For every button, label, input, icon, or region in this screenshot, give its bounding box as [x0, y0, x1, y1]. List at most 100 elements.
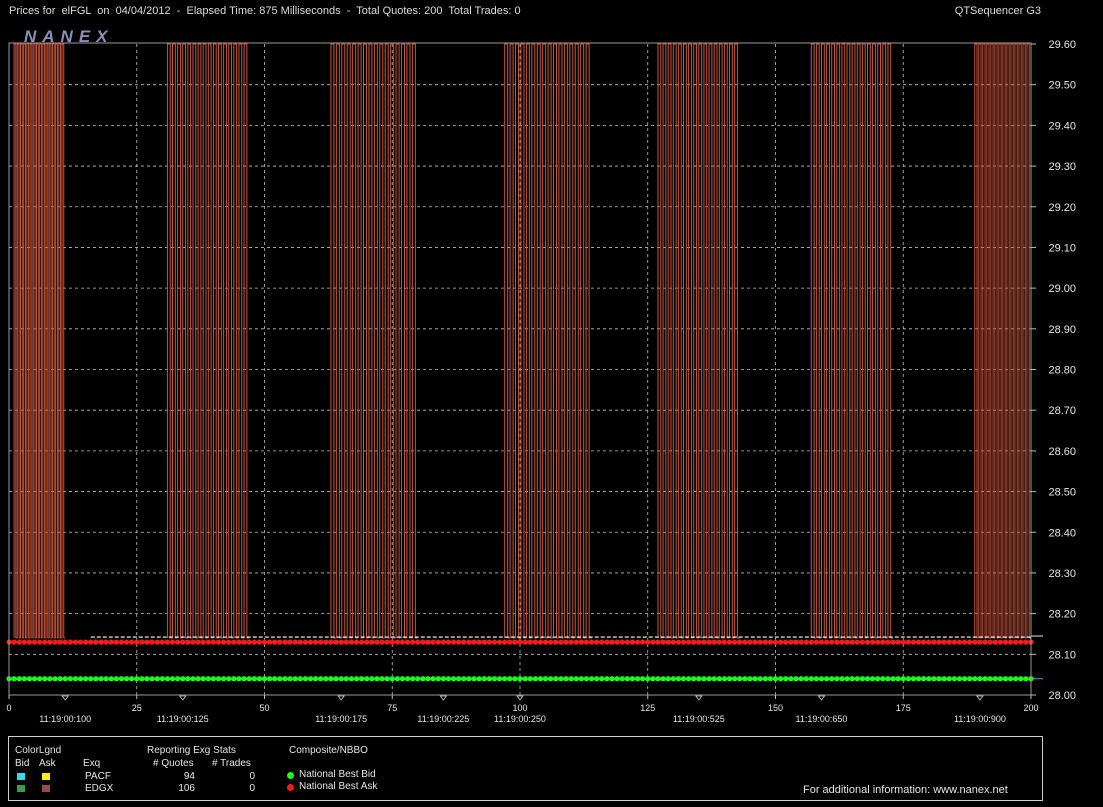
bid-point: [752, 676, 758, 682]
bid-point: [987, 676, 993, 682]
bid-point: [16, 676, 22, 682]
bid-point: [297, 676, 303, 682]
bid-point: [246, 676, 252, 682]
bid-point: [185, 676, 191, 682]
bid-point: [369, 676, 375, 682]
bid-point: [200, 676, 206, 682]
ask-point: [747, 639, 753, 645]
ask-point: [793, 639, 799, 645]
bid-point: [496, 676, 503, 682]
ask-point: [502, 639, 508, 645]
x-tick-label: 125: [640, 703, 655, 713]
ask-dot-icon: [287, 784, 294, 791]
ask-point: [824, 639, 830, 645]
time-marker-icon: [178, 695, 187, 701]
ask-point: [318, 639, 324, 645]
ask-point: [573, 639, 579, 645]
exchange-name: EDGX: [85, 783, 114, 794]
ask-point: [471, 639, 477, 645]
bid-point: [251, 676, 257, 682]
bid-point: [512, 676, 518, 682]
y-tick-label: 28.10: [1048, 649, 1076, 661]
ask-point: [788, 639, 794, 645]
y-tick-label: 29.60: [1048, 39, 1076, 51]
bid-point: [231, 676, 237, 682]
bid-point: [62, 676, 68, 682]
ask-point: [956, 639, 963, 645]
ask-point: [655, 639, 661, 645]
bid-point: [123, 676, 130, 682]
ask-point: [875, 639, 881, 645]
bid-point: [394, 676, 400, 682]
bid-point: [650, 676, 656, 682]
ask-point: [987, 639, 993, 645]
bid-point: [52, 676, 58, 682]
ask-burst: [330, 43, 418, 639]
ask-point: [783, 639, 789, 645]
bid-point: [83, 676, 89, 682]
bid-color-swatch-edgx: [17, 785, 25, 792]
ask-point: [726, 639, 733, 645]
ask-point: [650, 639, 656, 645]
ask-point: [900, 639, 906, 645]
bid-point: [813, 676, 819, 682]
trade-count: 0: [249, 771, 255, 782]
time-label: 11:19:00:650: [796, 714, 848, 724]
bid-point: [665, 676, 671, 682]
ask-burst: [974, 43, 1031, 639]
bid-point: [389, 676, 395, 682]
bid-point: [226, 676, 232, 682]
ask-point: [62, 639, 68, 645]
ask-point: [762, 639, 768, 645]
bid-point: [77, 676, 84, 682]
ask-point: [629, 639, 636, 645]
ask-burst: [166, 43, 250, 639]
ask-point: [522, 639, 528, 645]
ask-point: [323, 639, 329, 645]
ask-point: [813, 639, 819, 645]
bid-point: [936, 676, 942, 682]
ask-point: [93, 639, 99, 645]
ask-point: [195, 639, 201, 645]
ask-point: [164, 639, 171, 645]
ask-burst: [504, 43, 592, 639]
composite-title: Composite/NBBO: [289, 745, 368, 756]
ask-point: [905, 639, 911, 645]
bid-point: [670, 676, 676, 682]
ask-point: [435, 639, 441, 645]
ask-point: [767, 639, 773, 645]
bid-dot-icon: [287, 772, 294, 779]
ask-point: [389, 639, 395, 645]
ask-point: [57, 639, 63, 645]
ask-point: [936, 639, 942, 645]
bid-point: [701, 676, 707, 682]
ask-point: [752, 639, 758, 645]
bid-point: [139, 676, 145, 682]
bid-point: [726, 676, 733, 682]
y-tick-label: 28.40: [1048, 527, 1076, 539]
ask-point: [11, 639, 17, 645]
ask-point: [594, 639, 600, 645]
bid-point: [440, 676, 446, 682]
bid-point: [691, 676, 697, 682]
ask-point: [139, 639, 145, 645]
y-tick-label: 28.30: [1048, 568, 1076, 580]
bid-point: [721, 676, 728, 682]
bid-point: [144, 676, 150, 682]
ask-point: [491, 639, 498, 645]
ask-point: [563, 639, 569, 645]
bid-point: [859, 676, 865, 682]
bid-point: [190, 676, 196, 682]
ask-point: [798, 639, 804, 645]
bid-point: [343, 676, 349, 682]
ask-point: [609, 639, 615, 645]
ask-color-swatch-edgx: [42, 785, 50, 792]
bid-point: [946, 676, 952, 682]
ask-point: [599, 639, 605, 645]
bid-point: [737, 676, 743, 682]
bid-point: [921, 676, 927, 682]
ask-point: [481, 639, 487, 645]
bid-point: [318, 676, 324, 682]
x-tick-label: 50: [259, 703, 269, 713]
time-marker-icon: [439, 695, 448, 701]
